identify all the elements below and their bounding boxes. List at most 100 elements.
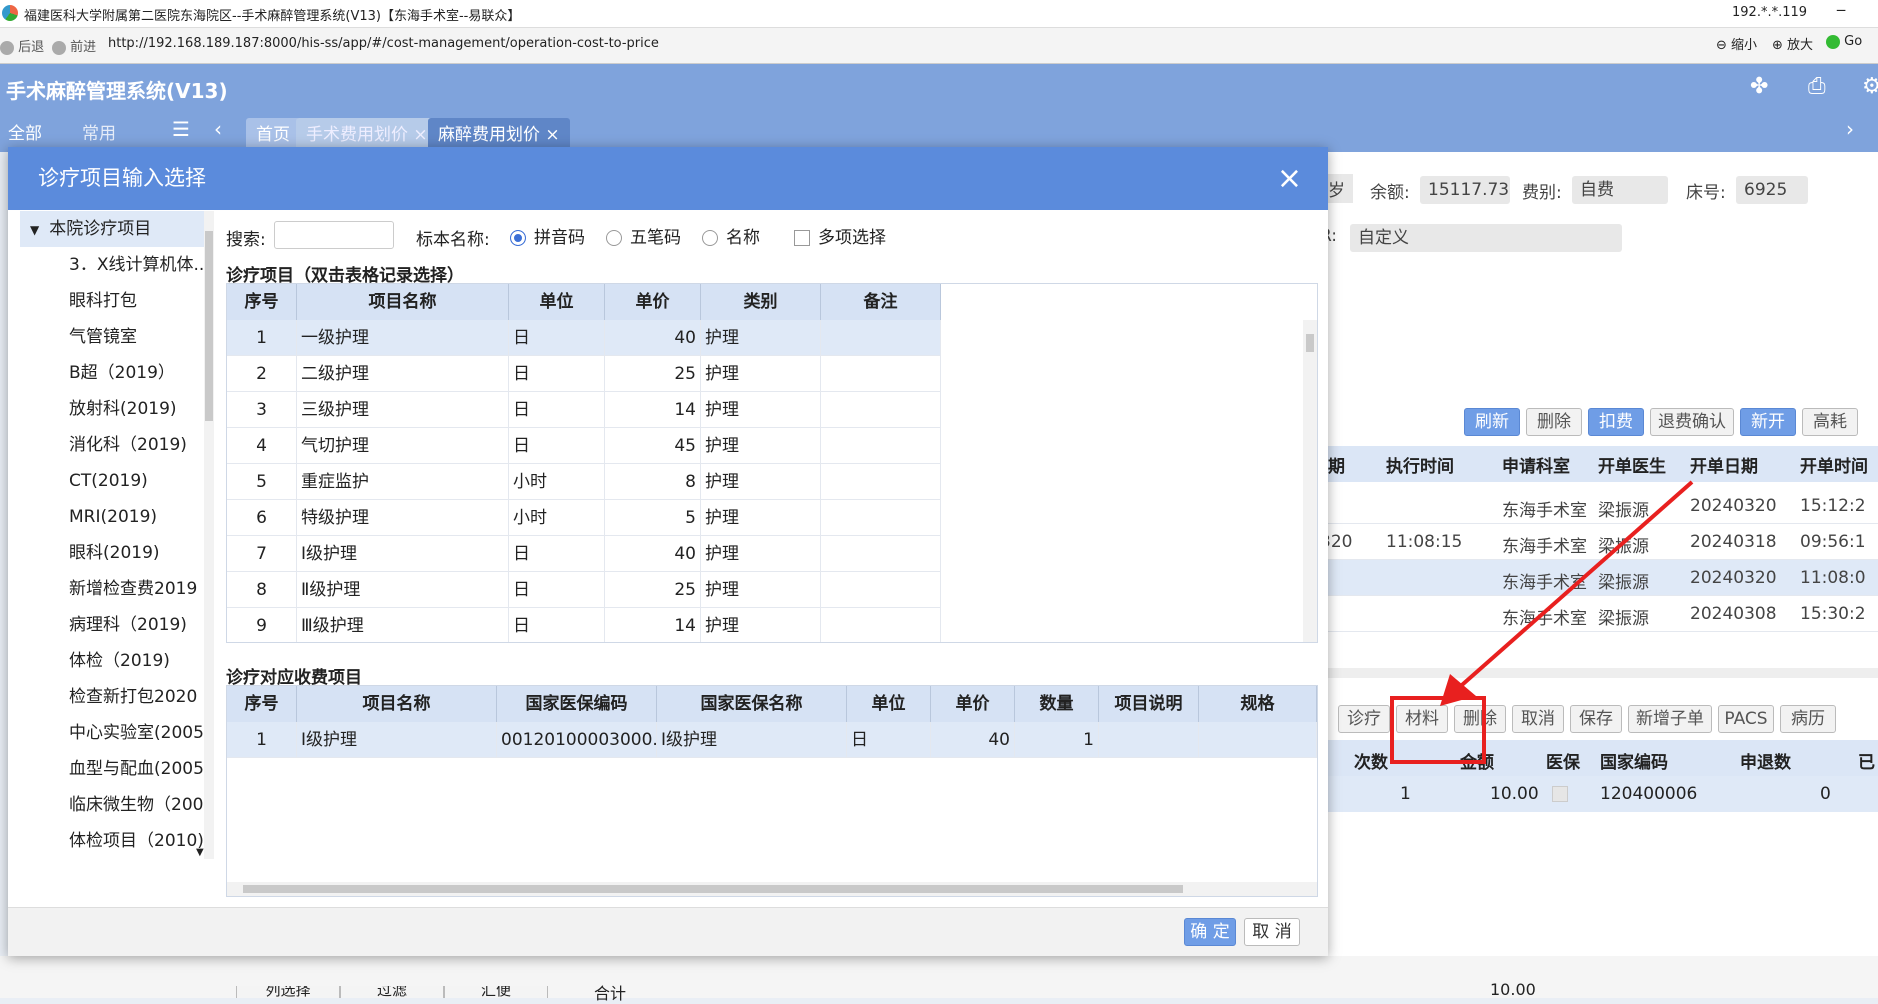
radio-name[interactable]: 名称 <box>702 223 760 248</box>
radio-off-icon <box>702 230 718 246</box>
col-header-category: 类别 <box>701 284 821 320</box>
table-cell: 日 <box>509 320 605 356</box>
tree-item[interactable]: 临床微生物（200... <box>20 787 210 823</box>
table-cell: 三级护理 <box>297 392 509 428</box>
back-button[interactable]: 后退 <box>0 36 44 55</box>
tree-item[interactable]: 眼科(2019) <box>20 535 210 571</box>
table-row[interactable]: 4 气切护理日 45 护理 <box>227 428 941 464</box>
skin-icon[interactable]: ✤ <box>1750 74 1768 99</box>
table-row[interactable]: 1 Ⅰ级护理 00120100003000... Ⅰ级护理日 40 1 <box>227 722 1317 758</box>
table-row[interactable]: 2 二级护理日 25 护理 <box>227 356 941 392</box>
table-cell: 护理 <box>701 464 821 500</box>
fee-type-field: 自费 <box>1572 176 1668 204</box>
sidetab-all[interactable]: 全部 <box>8 119 42 144</box>
table-row[interactable]: 3 三级护理日 14 护理 <box>227 392 941 428</box>
go-button[interactable]: Go <box>1826 34 1862 49</box>
tab-close-icon[interactable]: × <box>545 125 559 145</box>
tab-scroll-left-icon[interactable]: ‹ <box>214 117 222 141</box>
col-header-insurance-code: 国家医保编码 <box>497 686 657 722</box>
table-cell: 护理 <box>701 392 821 428</box>
sidetab-common[interactable]: 常用 <box>82 119 116 144</box>
std-name-label: 标本名称: <box>416 230 490 250</box>
new-order-button[interactable]: 新开 <box>1740 408 1796 436</box>
tree-item[interactable]: 消化科（2019) <box>20 427 210 463</box>
table-row[interactable]: 1 10.00 120400006 0 <box>1320 776 1878 812</box>
tree-item[interactable]: 气管镜室 <box>20 319 210 355</box>
bed-field: 6925 <box>1736 176 1808 204</box>
summary-button[interactable]: 汇便 <box>444 986 548 998</box>
charges-table: 序号 项目名称 国家医保编码 国家医保名称 单位 单价 数量 项目说明 规格 1… <box>226 685 1318 897</box>
close-icon[interactable]: × <box>1277 147 1302 210</box>
tree-item[interactable]: 体检项目（2010) <box>20 823 210 859</box>
url-field[interactable]: http://192.168.189.187:8000/his-ss/app/#… <box>108 36 659 51</box>
table-cell <box>1099 722 1199 758</box>
table-cell: 一级护理 <box>297 320 509 356</box>
minimize-icon[interactable]: ‒ <box>1836 0 1846 19</box>
delete-button[interactable]: 删除 <box>1526 408 1582 436</box>
items-table: 序号 项目名称 单位 单价 类别 备注 1 一级护理日 40 护理 2 二级护理日 25 护理… <box>226 283 1318 643</box>
insurance-checkbox[interactable] <box>1552 786 1568 802</box>
tree-item[interactable]: 新增检查费2019 <box>20 571 210 607</box>
scroll-down-icon[interactable]: ▼ <box>196 847 204 858</box>
total-label: 合计 <box>594 984 627 1003</box>
zoom-out-button[interactable]: ⊖ 缩小 <box>1716 34 1757 53</box>
multi-select-checkbox[interactable]: 多项选择 <box>794 223 886 248</box>
table-row[interactable]: 7 Ⅰ级护理日 40 护理 <box>227 536 941 572</box>
tree-item[interactable]: 血型与配血(2005) <box>20 751 210 787</box>
high-consumable-button[interactable]: 高耗 <box>1802 408 1858 436</box>
tree-item[interactable]: 眼科打包 <box>20 283 210 319</box>
diagnosis-button[interactable]: 诊疗 <box>1338 705 1390 733</box>
col-header-remark: 备注 <box>821 284 941 320</box>
caret-down-icon: ▼ <box>30 223 40 237</box>
table-row[interactable]: 5 重症监护 小时 8 护理 <box>227 464 941 500</box>
forward-button[interactable]: 前进 <box>52 36 96 55</box>
cancel-button[interactable]: 取 消 <box>1244 918 1300 946</box>
refresh-button[interactable]: 刷新 <box>1464 408 1520 436</box>
col-header-insurance: 医保 <box>1546 753 1580 773</box>
deduct-button[interactable]: 扣费 <box>1588 408 1644 436</box>
filter-button[interactable]: 过滤 <box>340 986 444 998</box>
column-select-button[interactable]: 列选择 <box>236 986 340 998</box>
settings-icon[interactable]: ⚙ <box>1862 74 1878 99</box>
tree-item[interactable]: 体检（2019) <box>20 643 210 679</box>
tree-item[interactable]: 放射科(2019) <box>20 391 210 427</box>
back-icon <box>0 40 14 55</box>
print-icon[interactable]: ⎙ <box>1808 74 1826 99</box>
item-select-dialog: 诊疗项目输入选择 × ▼ 本院诊疗项目 3．X线计算机体... 眼科打包 气管镜室 B超… <box>8 147 1328 956</box>
radio-pinyin[interactable]: 拼音码 <box>510 223 585 248</box>
tree-item[interactable]: 中心实验室(2005) <box>20 715 210 751</box>
table-row[interactable]: 1 一级护理日 40 护理 <box>227 320 941 356</box>
tree-item[interactable]: B超（2019） <box>20 355 210 391</box>
table-row[interactable]: 6 特级护理 小时 5 护理 <box>227 500 941 536</box>
tree-item[interactable]: CT(2019) <box>20 463 210 499</box>
refund-confirm-button[interactable]: 退费确认 <box>1650 408 1734 436</box>
col-header-period: 期 <box>1328 457 1345 477</box>
zoom-in-button[interactable]: ⊕ 放大 <box>1772 34 1813 53</box>
items-table-scrollbar[interactable] <box>1303 320 1317 642</box>
tab-scroll-right-icon[interactable]: › <box>1846 117 1854 141</box>
table-row[interactable]: 9 Ⅲ级护理日 14 护理 <box>227 608 941 642</box>
menu-icon[interactable]: ☰ <box>172 117 190 141</box>
radio-wubi[interactable]: 五笔码 <box>606 223 681 248</box>
category-tree: ▼ 本院诊疗项目 3．X线计算机体... 眼科打包 气管镜室 B超（2019） 放射科(2… <box>20 211 210 859</box>
table-row[interactable]: 8 Ⅱ级护理日 25 护理 <box>227 572 941 608</box>
charges-table-scrollbar[interactable] <box>227 882 1317 896</box>
ok-button[interactable]: 确 定 <box>1184 918 1236 946</box>
radio-on-icon <box>510 230 526 246</box>
tree-item[interactable]: MRI(2019) <box>20 499 210 535</box>
tree-item[interactable]: 病理科（2019) <box>20 607 210 643</box>
checkbox-icon <box>794 230 810 246</box>
medical-record-button[interactable]: 病历 <box>1780 705 1836 733</box>
table-cell: 9 <box>227 608 297 642</box>
col-header-refund: 申退数 <box>1740 753 1791 773</box>
search-input[interactable] <box>274 221 394 249</box>
tree-item[interactable]: 3．X线计算机体... <box>20 247 210 283</box>
tab-close-icon[interactable]: × <box>413 125 427 145</box>
tree-item[interactable]: 检查新打包2020 <box>20 679 210 715</box>
tree-root[interactable]: ▼ 本院诊疗项目 <box>20 211 210 247</box>
pacs-button[interactable]: PACS <box>1718 705 1774 733</box>
col-header-qty: 数量 <box>1015 686 1099 722</box>
table-cell <box>821 356 941 392</box>
table-cell <box>821 572 941 608</box>
tree-scrollbar[interactable] <box>204 211 214 859</box>
